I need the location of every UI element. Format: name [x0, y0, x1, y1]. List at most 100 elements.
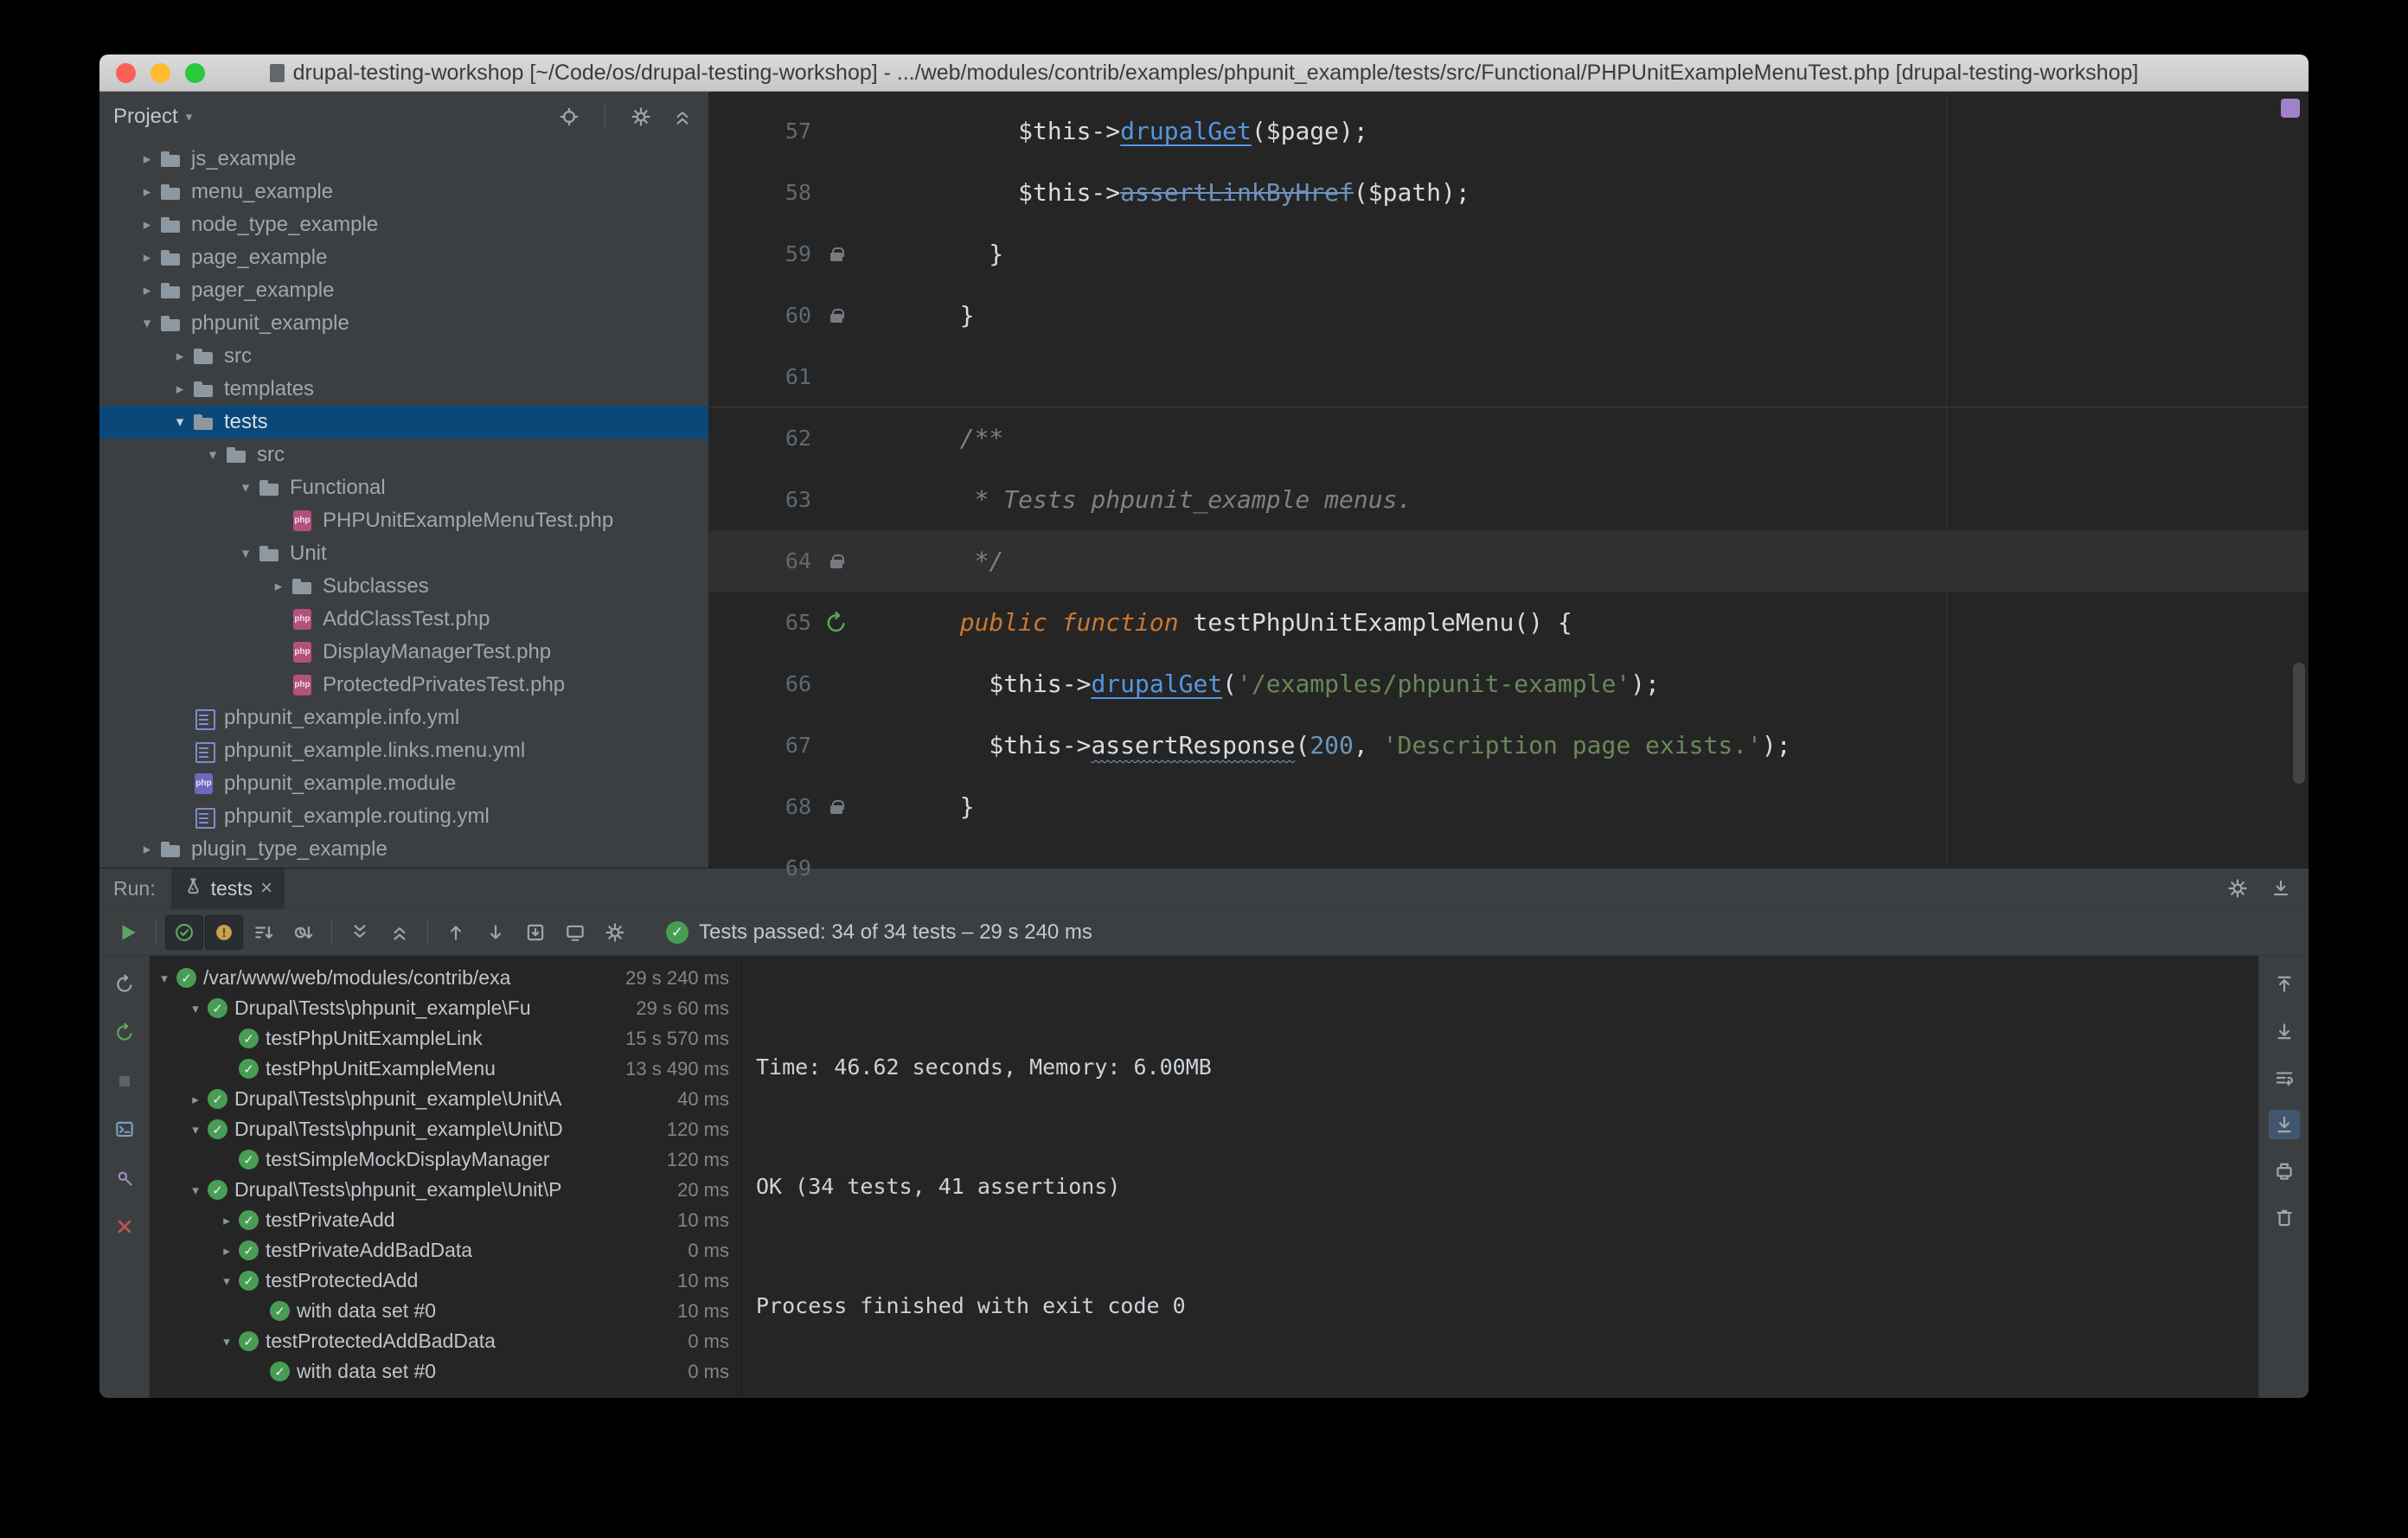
code-line[interactable]: 61 [709, 346, 2309, 407]
chevron-collapsed-icon[interactable]: ▸ [134, 282, 160, 299]
code-line[interactable]: 69 [709, 837, 2309, 899]
project-tree-item[interactable]: ▾ Functional [99, 471, 708, 504]
code-line[interactable]: 68 } [709, 776, 2309, 837]
rerun-tests-icon[interactable] [109, 915, 147, 950]
scroll-down-icon[interactable] [2269, 1016, 2300, 1046]
collapse-all-icon[interactable] [669, 103, 696, 131]
code-line[interactable]: 63 * Tests phpunit_example menus. [709, 469, 2309, 530]
collapse-all-icon[interactable] [381, 915, 419, 950]
test-result-row[interactable]: testPhpUnitExampleLink 15 s 570 ms [150, 1023, 741, 1054]
export-test-results-icon[interactable] [556, 915, 594, 950]
pin-tab-icon[interactable] [109, 1163, 140, 1193]
stop-icon[interactable] [109, 1067, 140, 1096]
chevron-expanded-icon[interactable]: ▾ [167, 413, 193, 431]
chevron-expanded-icon[interactable]: ▾ [184, 1122, 207, 1137]
project-tree-item[interactable]: ▸ src [99, 340, 708, 373]
project-tree-item[interactable]: ▸ page_example [99, 241, 708, 274]
editor-scrollbar-thumb[interactable] [2293, 663, 2305, 784]
scroll-to-end-icon[interactable] [2268, 1110, 2300, 1139]
chevron-expanded-icon[interactable]: ▾ [215, 1334, 238, 1349]
chevron-collapsed-icon[interactable]: ▸ [266, 578, 291, 595]
code-editor[interactable]: 57 $this->drupalGet($page); 58 $this->ass… [709, 92, 2309, 881]
test-result-row[interactable]: ▸ testPrivateAdd 10 ms [150, 1205, 741, 1235]
run-tab-tests[interactable]: tests [170, 868, 285, 908]
test-result-row[interactable]: with data set #0 10 ms [150, 1296, 741, 1326]
project-tree-item[interactable]: ▸ templates [99, 373, 708, 406]
test-result-row[interactable]: ▸ testPrivateAddBadData 0 ms [150, 1235, 741, 1266]
project-tree-item[interactable]: DisplayManagerTest.php [99, 636, 708, 669]
project-tree-item[interactable]: phpunit_example.links.menu.yml [99, 734, 708, 767]
close-icon[interactable] [109, 1212, 140, 1241]
close-tab-icon[interactable] [260, 876, 272, 900]
clear-all-icon[interactable] [2269, 1203, 2300, 1233]
chevron-collapsed-icon[interactable]: ▸ [134, 151, 160, 168]
code-line[interactable]: 62 /** [709, 407, 2309, 469]
locate-icon[interactable] [555, 103, 583, 131]
code-line[interactable]: 58 $this->assertLinkByHref($path); [709, 162, 2309, 223]
expand-all-icon[interactable] [341, 915, 379, 950]
chevron-collapsed-icon[interactable]: ▸ [134, 216, 160, 234]
soft-wrap-icon[interactable] [2269, 1063, 2300, 1093]
test-result-row[interactable]: ▾ testProtectedAddBadData 0 ms [150, 1326, 741, 1356]
chevron-collapsed-icon[interactable]: ▸ [215, 1213, 238, 1228]
code-line[interactable]: 64 */ [709, 530, 2309, 592]
next-failed-test-icon[interactable] [477, 915, 515, 950]
show-passed-icon[interactable] [165, 914, 203, 950]
project-tree-item[interactable]: ▾ src [99, 439, 708, 471]
test-result-row[interactable]: with data set #0 0 ms [150, 1356, 741, 1387]
project-tree-item[interactable]: ProtectedPrivatesTest.php [99, 669, 708, 702]
chevron-expanded-icon[interactable]: ▾ [215, 1273, 238, 1289]
code-line[interactable]: 59 } [709, 223, 2309, 285]
test-console-icon[interactable] [109, 1115, 140, 1144]
project-tree-item[interactable]: PHPUnitExampleMenuTest.php [99, 504, 708, 537]
test-result-row[interactable]: testPhpUnitExampleMenu 13 s 490 ms [150, 1054, 741, 1084]
project-tree-item[interactable]: AddClassTest.php [99, 603, 708, 636]
project-tree-item[interactable]: phpunit_example.info.yml [99, 702, 708, 734]
project-tree-item[interactable]: ▸ node_type_example [99, 208, 708, 241]
chevron-expanded-icon[interactable]: ▾ [184, 1001, 207, 1016]
chevron-expanded-icon[interactable]: ▾ [153, 971, 176, 986]
project-tree-item[interactable]: ▾ tests [99, 406, 708, 439]
chevron-expanded-icon[interactable]: ▾ [200, 446, 226, 464]
inspections-indicator-icon[interactable] [2281, 99, 2300, 118]
project-panel-title[interactable]: Project [113, 105, 178, 129]
run-test-gutter-icon[interactable] [811, 610, 861, 636]
test-result-row[interactable]: ▾ Drupal\Tests\phpunit_example\Fu 29 s 60 … [150, 993, 741, 1023]
chevron-expanded-icon[interactable]: ▾ [184, 1182, 207, 1198]
rerun-failed-tests-icon[interactable] [109, 1018, 140, 1048]
print-icon[interactable] [2269, 1157, 2300, 1186]
project-tree-item[interactable]: phpunit_example.module [99, 767, 708, 800]
sort-alphabetically-icon[interactable] [245, 915, 283, 950]
chevron-down-icon[interactable]: ▾ [186, 109, 193, 125]
import-test-results-icon[interactable] [516, 915, 554, 950]
test-result-row[interactable]: ▾ testProtectedAdd 10 ms [150, 1266, 741, 1296]
chevron-expanded-icon[interactable]: ▾ [233, 479, 259, 497]
zoom-window-button[interactable] [185, 62, 205, 83]
test-result-row[interactable]: testSimpleMockDisplayManager 120 ms [150, 1144, 741, 1175]
code-area[interactable]: 57 $this->drupalGet($page); 58 $this->ass… [709, 92, 2309, 881]
chevron-collapsed-icon[interactable]: ▸ [134, 183, 160, 201]
code-line[interactable]: 60 } [709, 285, 2309, 346]
chevron-collapsed-icon[interactable]: ▸ [167, 381, 193, 398]
settings-icon[interactable] [627, 103, 655, 131]
test-result-row[interactable]: ▾ Drupal\Tests\phpunit_example\Unit\D 120 … [150, 1114, 741, 1144]
code-line[interactable]: 65 public function testPhpUnitExampleMen… [709, 592, 2309, 653]
chevron-collapsed-icon[interactable]: ▸ [134, 249, 160, 266]
project-tree-item[interactable]: ▸ plugin_type_example [99, 833, 708, 866]
code-line[interactable]: 57 $this->drupalGet($page); [709, 100, 2309, 162]
project-tree-item[interactable]: phpunit_example.routing.yml [99, 800, 708, 833]
project-tree-item[interactable]: ▾ Unit [99, 537, 708, 570]
rerun-icon[interactable] [109, 970, 140, 999]
test-result-row[interactable]: ▾ Drupal\Tests\phpunit_example\Unit\P 20 m… [150, 1175, 741, 1205]
code-line[interactable]: 67 $this->assertResponse(200, 'Descripti… [709, 715, 2309, 776]
project-tree-item[interactable]: ▸ Subclasses [99, 570, 708, 603]
project-tree-item[interactable]: ▸ menu_example [99, 176, 708, 208]
chevron-collapsed-icon[interactable]: ▸ [167, 348, 193, 365]
chevron-collapsed-icon[interactable]: ▸ [184, 1092, 207, 1107]
test-result-row[interactable]: ▾ /var/www/web/modules/contrib/exa 29 s 24… [150, 963, 741, 993]
chevron-collapsed-icon[interactable]: ▸ [215, 1243, 238, 1259]
test-console-output[interactable]: Time: 46.62 seconds, Memory: 6.00MB OK (3… [741, 956, 2258, 1398]
chevron-expanded-icon[interactable]: ▾ [134, 315, 160, 332]
project-tree-item[interactable]: ▾ phpunit_example [99, 307, 708, 340]
previous-failed-test-icon[interactable] [437, 915, 475, 950]
